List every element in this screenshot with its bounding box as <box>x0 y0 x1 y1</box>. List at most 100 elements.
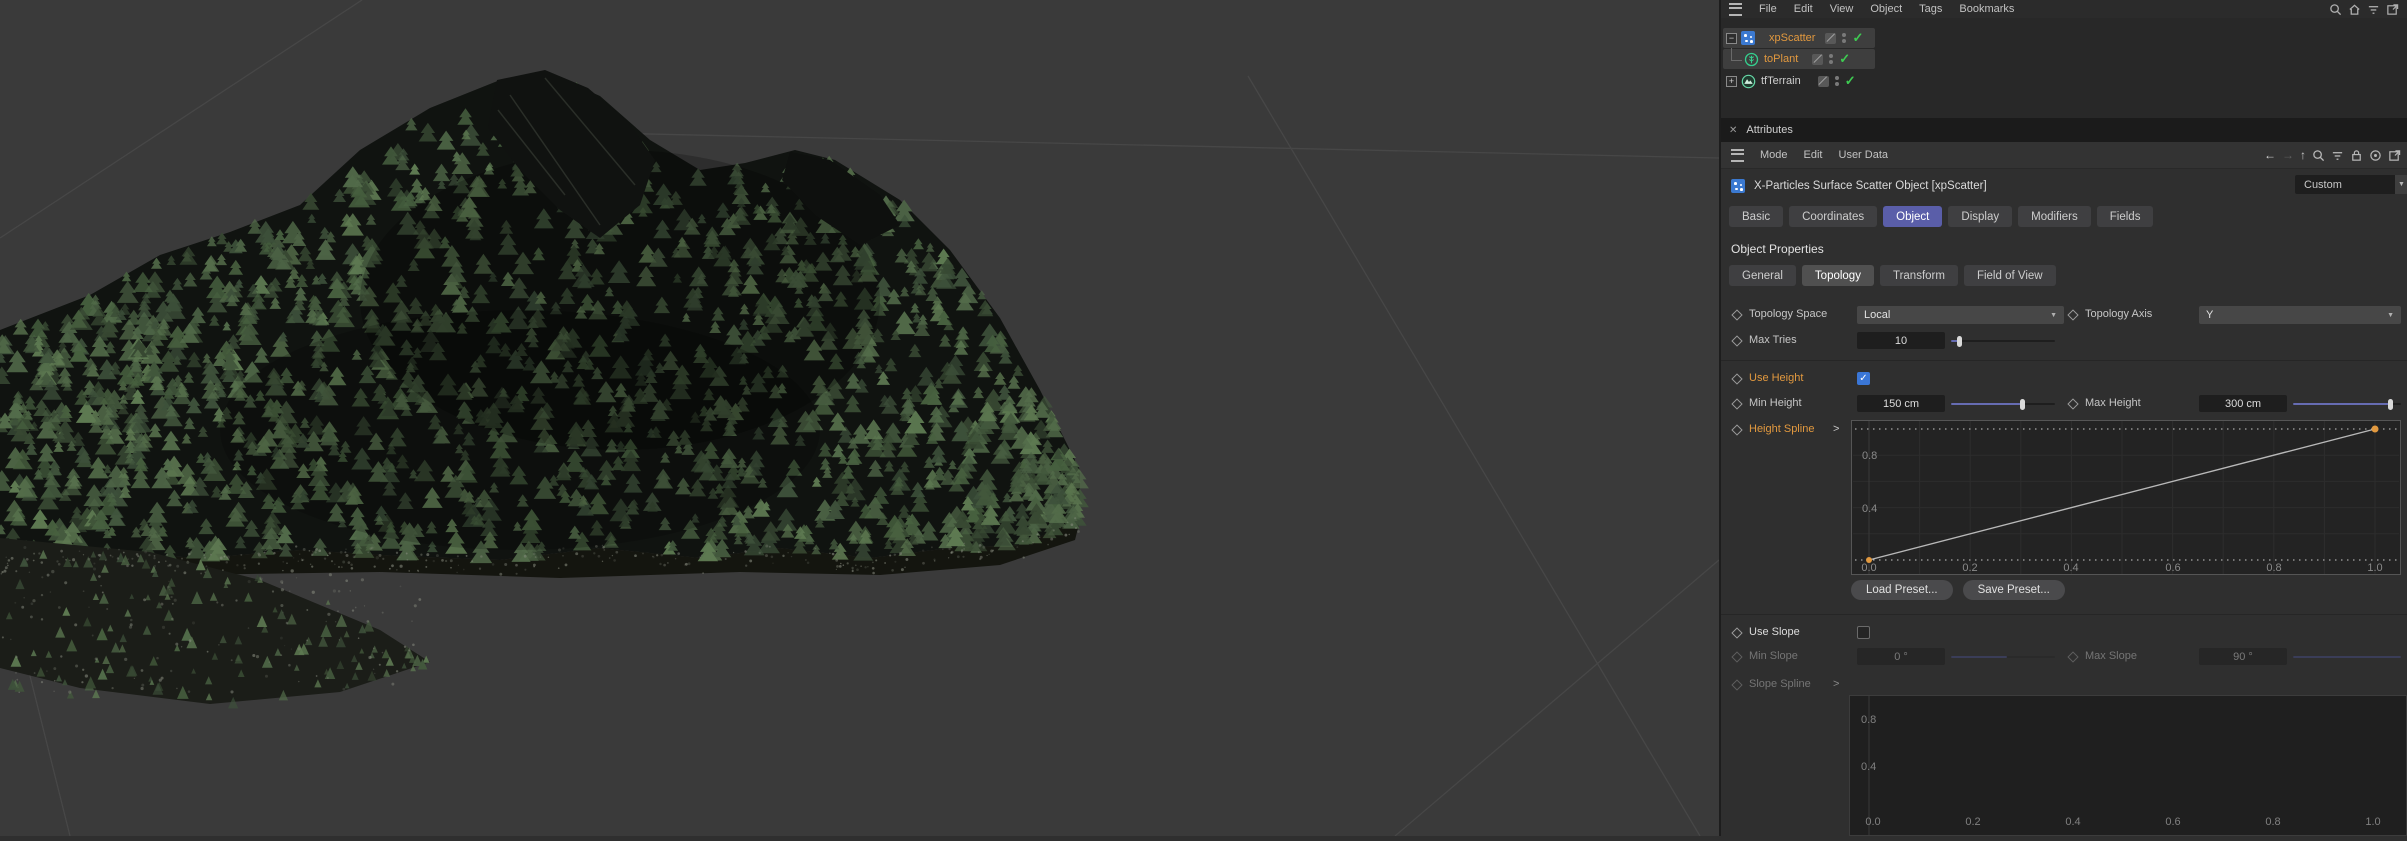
visibility-dots[interactable] <box>1842 33 1847 43</box>
key-diamond-icon[interactable] <box>1731 627 1743 639</box>
key-diamond-icon[interactable] <box>1731 373 1743 385</box>
lock-icon[interactable] <box>2350 149 2363 162</box>
close-icon[interactable]: ✕ <box>1729 125 1737 136</box>
layer-chip-icon[interactable] <box>1812 53 1824 65</box>
object-row-xpscatter[interactable]: − xpScatter ✓ <box>1721 28 1875 48</box>
home-icon[interactable] <box>2348 3 2361 16</box>
subtab-general[interactable]: General <box>1729 265 1796 286</box>
preset-dropdown[interactable]: Custom <box>2295 175 2395 194</box>
search-icon[interactable] <box>2329 3 2342 16</box>
x-tick: 0.4 <box>2065 816 2080 828</box>
filter-icon[interactable] <box>2367 3 2380 16</box>
search-icon[interactable] <box>2312 149 2325 162</box>
field-label: Min Height <box>1749 397 1802 409</box>
x-tick: 0.8 <box>2266 562 2281 574</box>
row-max-tries: Max Tries 10 <box>1721 332 2407 350</box>
layer-chip-icon[interactable] <box>1825 32 1837 44</box>
plant-icon <box>1744 52 1759 66</box>
object-row-toplant[interactable]: toPlant ✓ <box>1721 47 1875 69</box>
menu-edit[interactable]: Edit <box>1794 3 1813 15</box>
object-label[interactable]: xpScatter <box>1769 32 1815 44</box>
expand-icon[interactable]: + <box>1726 75 1737 87</box>
enabled-check-icon[interactable]: ✓ <box>1839 51 1850 67</box>
object-header-title: X-Particles Surface Scatter Object [xpSc… <box>1754 180 1987 192</box>
field-label: Max Height <box>2085 397 2141 409</box>
expand-arrow-icon[interactable]: > <box>1833 678 1839 690</box>
undock-icon[interactable] <box>2388 149 2401 162</box>
object-label[interactable]: tfTerrain <box>1761 75 1801 87</box>
y-tick: 0.8 <box>1862 450 1877 462</box>
preset-dropdown-arrow[interactable]: ▼ <box>2395 175 2407 194</box>
load-preset-button[interactable]: Load Preset... <box>1851 580 1953 600</box>
menu-mode[interactable]: Mode <box>1760 149 1788 161</box>
subtab-topology[interactable]: Topology <box>1801 265 1874 286</box>
key-diamond-icon[interactable] <box>1731 398 1743 410</box>
key-diamond-icon[interactable] <box>1731 309 1743 321</box>
key-diamond-icon[interactable] <box>2067 398 2079 410</box>
use-height-checkbox[interactable]: ✓ <box>1857 372 1870 385</box>
spline-point-end[interactable] <box>2371 425 2379 433</box>
right-panel: File Edit View Object Tags Bookmarks − x… <box>1721 0 2407 836</box>
field-label: Slope Spline <box>1749 678 1811 690</box>
back-arrow-icon[interactable]: ← <box>2264 148 2276 162</box>
key-diamond-icon[interactable] <box>1731 335 1743 347</box>
max-tries-slider[interactable] <box>1951 336 2055 347</box>
filter-icon[interactable] <box>2331 149 2344 162</box>
tab-modifiers[interactable]: Modifiers <box>2018 206 2091 227</box>
collapse-icon[interactable]: − <box>1726 32 1737 44</box>
save-preset-button[interactable]: Save Preset... <box>1962 580 2065 600</box>
object-row-tfterrain[interactable]: + tfTerrain ✓ <box>1721 71 1856 91</box>
tab-basic[interactable]: Basic <box>1729 206 1784 227</box>
hamburger-icon[interactable] <box>1729 2 1742 16</box>
row-use-slope: Use Slope <box>1721 624 2407 642</box>
menu-bookmarks[interactable]: Bookmarks <box>1959 3 2014 15</box>
menu-tags[interactable]: Tags <box>1919 3 1942 15</box>
up-arrow-icon[interactable]: ↑ <box>2300 148 2306 162</box>
use-slope-checkbox[interactable] <box>1857 626 1870 639</box>
field-label: Topology Axis <box>2085 308 2153 320</box>
object-label[interactable]: toPlant <box>1764 53 1798 65</box>
height-spline-graph[interactable]: 0.8 0.4 0.0 0.2 0.4 0.6 0.8 1.0 <box>1851 420 2401 575</box>
field-label: Max Tries <box>1749 334 1797 346</box>
subtab-field-of-view[interactable]: Field of View <box>1963 265 2056 286</box>
topology-space-dropdown[interactable]: Local ▼ <box>1857 306 2064 324</box>
key-diamond-icon[interactable] <box>2067 309 2079 321</box>
max-height-slider[interactable] <box>2293 399 2401 410</box>
expand-arrow-icon[interactable]: > <box>1833 423 1839 435</box>
field-label: Min Slope <box>1749 650 1798 662</box>
enabled-check-icon[interactable]: ✓ <box>1852 30 1863 46</box>
divider <box>1721 614 2407 615</box>
menu-edit[interactable]: Edit <box>1804 149 1823 161</box>
tab-object[interactable]: Object <box>1883 206 1943 227</box>
field-label: Use Height <box>1749 372 1804 384</box>
hamburger-icon[interactable] <box>1731 148 1744 162</box>
topology-axis-dropdown[interactable]: Y ▼ <box>2199 306 2401 324</box>
subtab-transform[interactable]: Transform <box>1879 265 1958 286</box>
max-height-input[interactable]: 300 cm <box>2199 395 2287 412</box>
undock-icon[interactable] <box>2386 3 2399 16</box>
menu-object[interactable]: Object <box>1870 3 1902 15</box>
x-tick: 0.0 <box>1865 816 1880 828</box>
min-height-input[interactable]: 150 cm <box>1857 395 1945 412</box>
forward-arrow-icon[interactable]: → <box>2282 148 2294 162</box>
3d-viewport[interactable] <box>0 0 1721 837</box>
tab-fields[interactable]: Fields <box>2096 206 2154 227</box>
viewport-render <box>0 0 1720 837</box>
row-min-max-height: Min Height 150 cm Max Height 300 cm <box>1721 395 2407 413</box>
x-tick: 0.8 <box>2265 816 2280 828</box>
tab-coordinates[interactable]: Coordinates <box>1789 206 1878 227</box>
visibility-dots[interactable] <box>1829 54 1834 64</box>
max-tries-input[interactable]: 10 <box>1857 332 1945 349</box>
layer-chip-icon[interactable] <box>1817 75 1829 87</box>
tab-display[interactable]: Display <box>1948 206 2013 227</box>
menu-view[interactable]: View <box>1830 3 1854 15</box>
track-circle-icon[interactable] <box>2369 149 2382 162</box>
key-diamond-icon[interactable] <box>1731 424 1743 436</box>
visibility-dots[interactable] <box>1834 76 1839 86</box>
menu-user-data[interactable]: User Data <box>1839 149 1889 161</box>
min-height-slider[interactable] <box>1951 399 2055 410</box>
row-use-height: Use Height ✓ <box>1721 370 2407 388</box>
enabled-check-icon[interactable]: ✓ <box>1845 73 1856 89</box>
object-manager: − xpScatter ✓ toPlant ✓ + tfTerrain ✓ <box>1721 18 2407 118</box>
menu-file[interactable]: File <box>1759 3 1777 15</box>
